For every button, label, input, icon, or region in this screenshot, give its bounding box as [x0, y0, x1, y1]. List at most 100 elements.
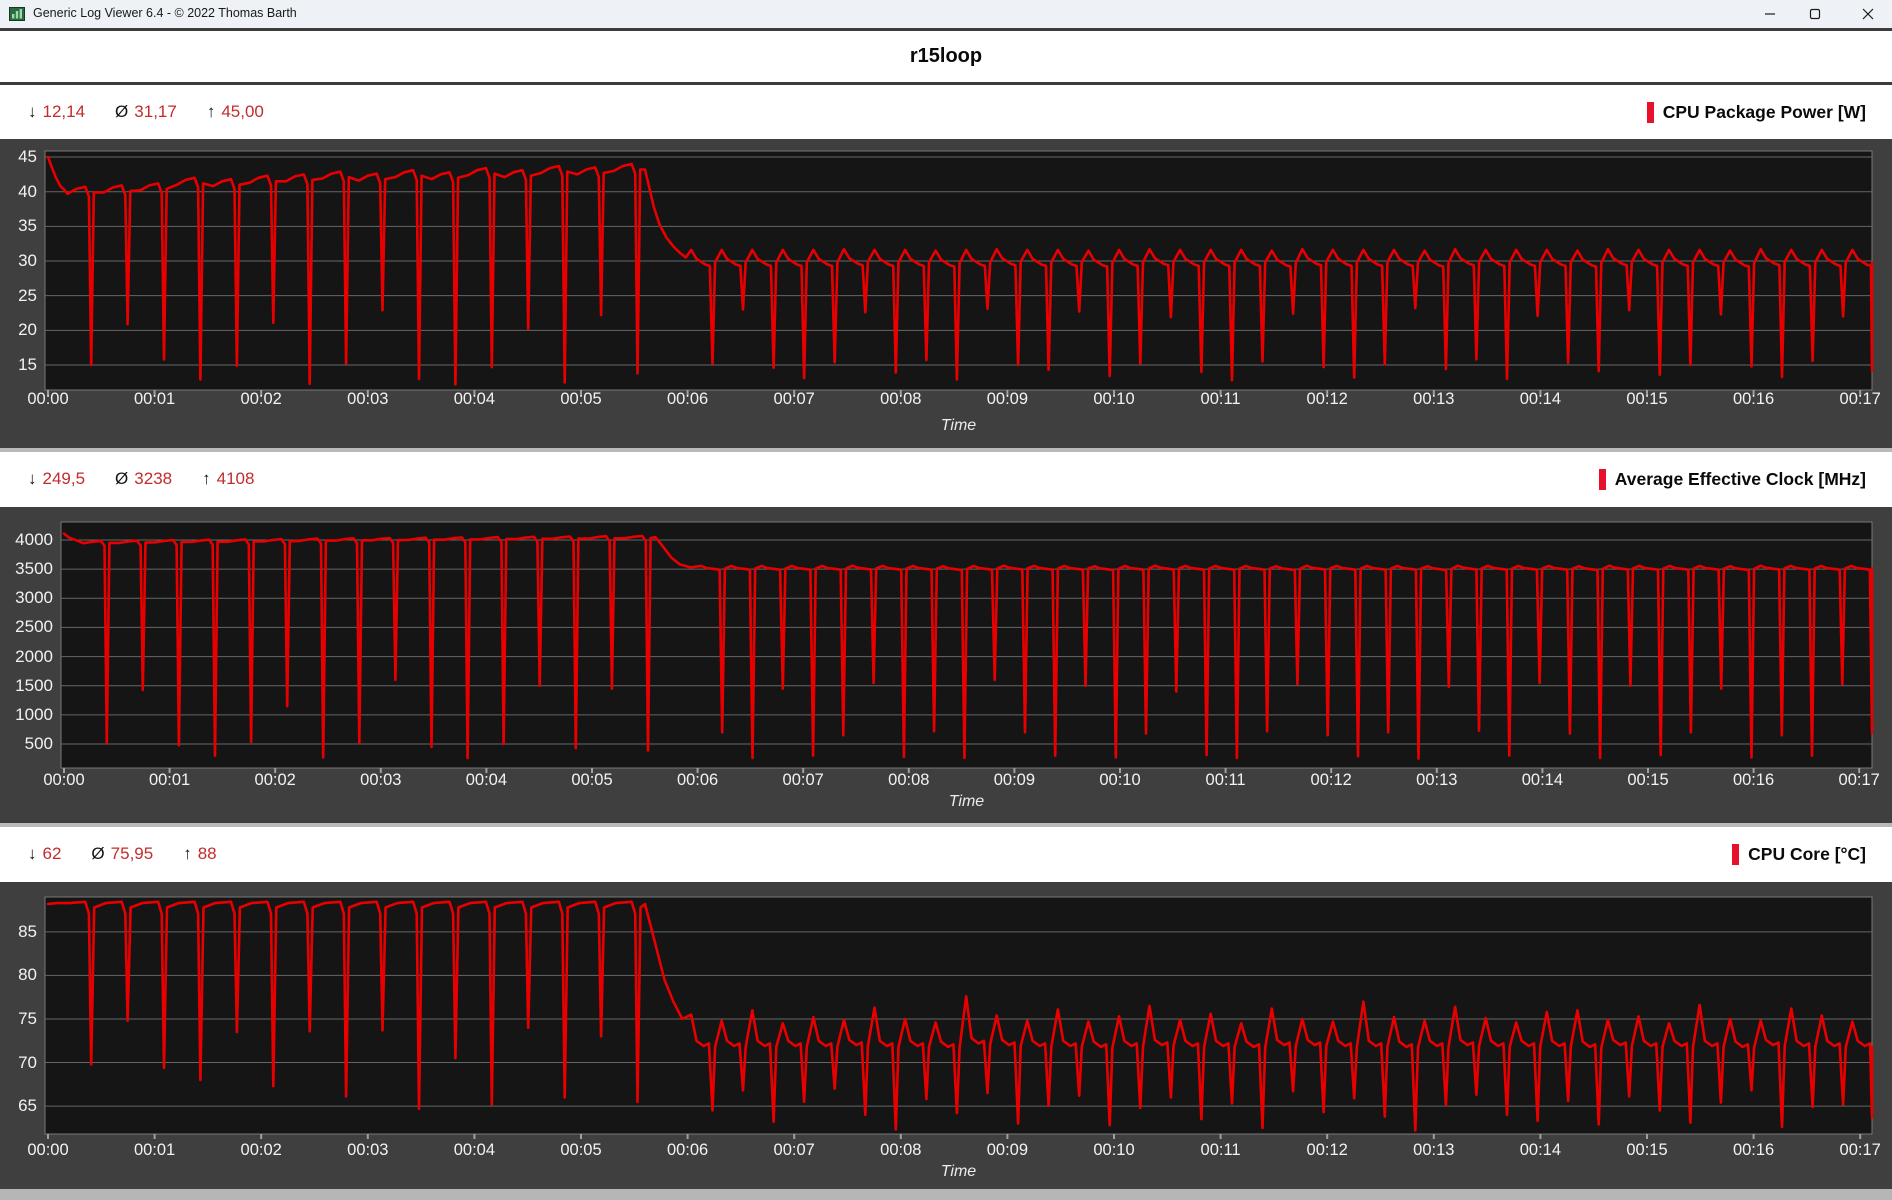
x-axis-label: 00:09: [986, 1141, 1029, 1159]
x-axis-label: 00:17: [1839, 390, 1881, 408]
x-axis-label: 00:02: [240, 390, 282, 408]
series-stats: ↓ 62 Ø 75,95 ↑ 88: [28, 844, 217, 864]
y-axis-label: 1000: [15, 704, 53, 724]
y-axis-label: 65: [18, 1096, 37, 1116]
x-axis-label: 00:03: [360, 771, 402, 789]
legend-label: CPU Package Power [W]: [1662, 101, 1866, 122]
x-axis-label: 00:11: [1200, 390, 1241, 408]
stat-max: ↑ 4108: [202, 469, 254, 489]
minimize-button[interactable]: [1747, 0, 1793, 28]
stat-avg: Ø 3238: [115, 469, 172, 489]
stat-min: ↓ 12,14: [28, 102, 85, 122]
maximize-button[interactable]: [1792, 0, 1838, 28]
chart-panel-average-effective-clock[interactable]: Time 4000 3500 3000 2500 2000 1500 1000 500 00:0…: [0, 507, 1892, 823]
x-axis-label: 00:16: [1732, 771, 1775, 789]
average-icon: Ø: [115, 102, 129, 121]
chart-panel-cpu-core[interactable]: Time 85 80 75 70 65 00:00 00:01 00:02 00:03 00:04…: [0, 882, 1892, 1189]
legend: Average Effective Clock [MHz]: [1598, 468, 1866, 490]
y-axis-label: 40: [18, 181, 37, 201]
x-axis-label: 00:04: [465, 771, 508, 789]
x-axis-label: 00:10: [1093, 1141, 1135, 1159]
x-axis-label: 00:03: [347, 390, 389, 408]
x-axis-label: 00:02: [254, 771, 296, 789]
stat-min: ↓ 249,5: [28, 469, 85, 489]
x-axis-label: 00:12: [1306, 1141, 1348, 1159]
minimize-icon: [1765, 13, 1775, 15]
window-bottom-edge: [0, 1189, 1892, 1200]
x-axis-label: 00:00: [43, 771, 85, 789]
min-arrow-icon: ↓: [28, 844, 37, 863]
close-icon: [1862, 8, 1874, 20]
x-axis-label: 00:16: [1732, 390, 1775, 408]
x-axis-label: 00:12: [1306, 390, 1348, 408]
y-axis-label: 3000: [15, 588, 53, 608]
x-axis-label: 00:09: [993, 771, 1036, 789]
x-axis-label: 00:09: [986, 390, 1029, 408]
x-axis-label: 00:11: [1205, 771, 1246, 789]
legend-label: CPU Core [°C]: [1748, 843, 1866, 864]
y-axis-label: 30: [18, 251, 37, 270]
x-axis-title: Time: [940, 1163, 977, 1180]
series-stats: ↓ 249,5 Ø 3238 ↑ 4108: [28, 469, 254, 489]
x-axis-label: 00:14: [1519, 1141, 1562, 1159]
y-axis-label: 80: [18, 965, 37, 985]
stats-row: ↓ 249,5 Ø 3238 ↑ 4108 Average Effective Clo…: [0, 452, 1892, 506]
stat-max-value: 4108: [216, 469, 255, 488]
x-axis-label: 00:07: [773, 390, 815, 408]
title-bar[interactable]: Generic Log Viewer 6.4 - © 2022 Thomas B…: [0, 0, 1892, 28]
stat-min-value: 62: [42, 844, 62, 863]
y-axis-label: 45: [18, 147, 37, 167]
x-axis-label: 00:06: [666, 390, 709, 408]
x-axis-label: 00:05: [560, 1141, 602, 1159]
stat-avg-value: 75,95: [110, 844, 154, 863]
stat-max: ↑ 45,00: [207, 102, 264, 122]
x-axis-label: 00:10: [1093, 390, 1135, 408]
chart-panel-cpu-package-power[interactable]: Time 45 40 35 30 25 20 15 00:00 00:01 00:02 00:03 0…: [0, 139, 1892, 448]
y-axis-label: 4000: [15, 530, 53, 549]
stat-avg: Ø 75,95: [91, 844, 153, 864]
legend: CPU Core [°C]: [1732, 843, 1866, 865]
chart-section-cpu-core: ↓ 62 Ø 75,95 ↑ 88 CPU Core [°C] Time 85 80 75…: [0, 823, 1892, 1189]
x-axis-title: Time: [948, 793, 985, 810]
legend-label: Average Effective Clock [MHz]: [1614, 468, 1866, 489]
x-axis-label: 00:07: [782, 771, 824, 789]
max-arrow-icon: ↑: [202, 469, 211, 488]
x-axis-label: 00:15: [1627, 771, 1669, 789]
min-arrow-icon: ↓: [28, 102, 37, 121]
x-axis-label: 00:17: [1838, 771, 1880, 789]
x-axis-label: 00:07: [773, 1141, 815, 1159]
log-file-title: r15loop: [909, 45, 983, 67]
close-button[interactable]: [1845, 0, 1891, 28]
legend: CPU Package Power [W]: [1646, 101, 1866, 123]
stat-min: ↓ 62: [28, 844, 61, 864]
y-axis-label: 20: [18, 320, 37, 340]
x-axis-label: 00:05: [560, 390, 602, 408]
y-axis-label: 15: [18, 354, 37, 374]
x-axis-label: 00:06: [676, 771, 719, 789]
x-axis-label: 00:08: [880, 390, 922, 408]
x-axis-label: 00:01: [133, 390, 176, 408]
y-axis-label: 1500: [15, 675, 53, 695]
average-icon: Ø: [115, 469, 129, 488]
legend-marker-icon: [1646, 101, 1654, 123]
stat-max-value: 45,00: [221, 102, 264, 121]
max-arrow-icon: ↑: [206, 102, 216, 121]
x-axis-label: 00:00: [27, 390, 69, 408]
x-axis-label: 00:05: [571, 771, 613, 789]
y-axis-label: 70: [18, 1052, 37, 1072]
series-stats: ↓ 12,14 Ø 31,17 ↑ 45,00: [28, 102, 264, 122]
x-axis-label: 00:15: [1626, 390, 1668, 408]
stat-avg-value: 3238: [134, 469, 173, 488]
stats-row: ↓ 12,14 Ø 31,17 ↑ 45,00 CPU Package Power […: [0, 85, 1892, 139]
y-axis-label: 25: [18, 285, 37, 305]
x-axis-label: 00:13: [1416, 771, 1458, 789]
x-axis-label: 00:14: [1521, 771, 1564, 789]
y-axis-label: 2500: [15, 617, 53, 637]
y-axis-label: 85: [18, 921, 37, 941]
stat-min-value: 12,14: [42, 102, 86, 121]
x-axis-label: 00:04: [453, 390, 496, 408]
stats-row: ↓ 62 Ø 75,95 ↑ 88 CPU Core [°C]: [0, 827, 1892, 881]
x-axis-label: 00:02: [240, 1141, 282, 1159]
x-axis-label: 00:10: [1099, 771, 1141, 789]
legend-marker-icon: [1732, 843, 1740, 865]
